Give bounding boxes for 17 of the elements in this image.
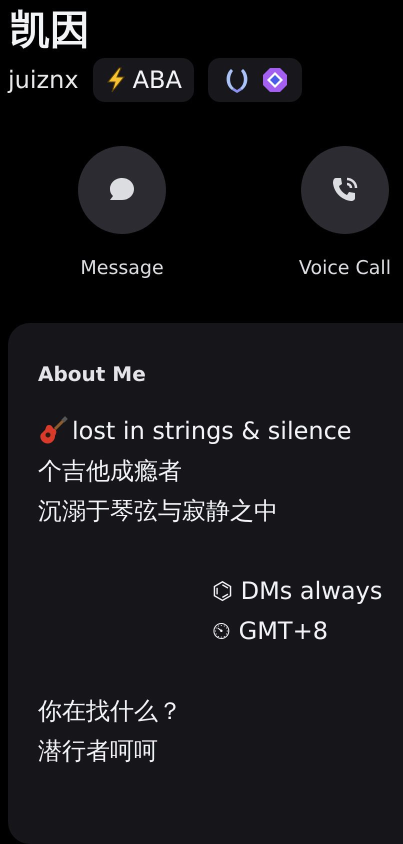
bio-line: 沉溺于琴弦与寂静之中: [38, 496, 278, 526]
lightning-bolt-icon: [104, 67, 127, 93]
badge-group[interactable]: [208, 58, 302, 102]
bio-line: lost in strings & silence: [72, 416, 352, 446]
action-label: Message: [80, 256, 164, 281]
action-label: Voice Call: [298, 256, 391, 281]
username: juiznx: [8, 65, 79, 96]
section-title: About Me: [38, 360, 147, 388]
bio-line: 你在找什么？: [38, 696, 182, 726]
bio-line: 潜行者呵呵: [38, 736, 158, 766]
guild-tag[interactable]: ABA: [92, 58, 194, 102]
guitar-icon: [38, 416, 68, 446]
bio-line: ⌬ DMs always: [212, 576, 382, 606]
bio-line: ⏲ GMT+8: [212, 616, 328, 646]
display-name: 凯因: [9, 6, 91, 55]
bio-line: 个吉他成瘾者: [38, 456, 182, 486]
gem-icon: [262, 67, 288, 93]
